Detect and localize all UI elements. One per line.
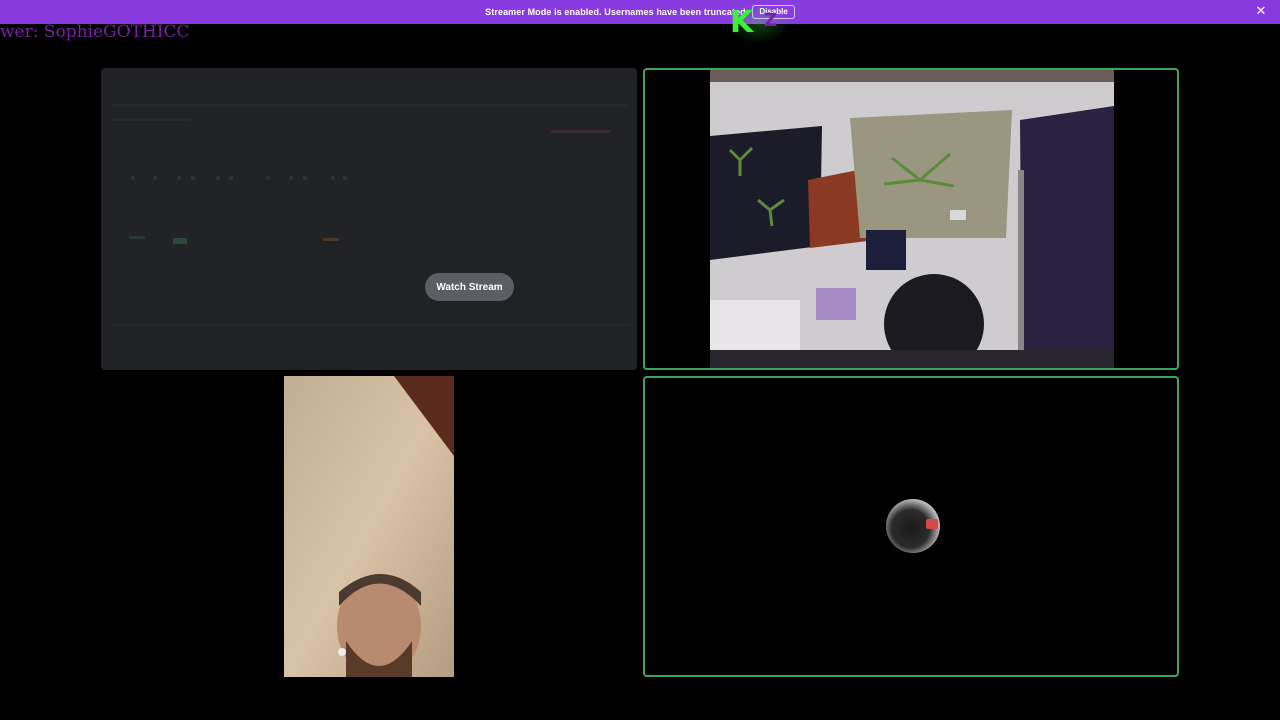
stream-preview (101, 68, 637, 370)
webcam-video (284, 376, 454, 677)
banner-message: Streamer Mode is enabled. Usernames have… (485, 7, 749, 17)
webcam-tile-2[interactable] (284, 376, 454, 677)
webcam-tile-1[interactable] (643, 68, 1179, 370)
user-avatar[interactable] (886, 499, 940, 553)
stream-tile[interactable]: Watch Stream (101, 68, 637, 370)
voice-channel-view: Streamer Mode is enabled. Usernames have… (0, 0, 1280, 720)
avatar-badge (926, 519, 938, 529)
viewer-overlay-text: wer: SophieGOTHICC (0, 22, 190, 42)
logo-letter-k: K (730, 5, 754, 40)
watch-stream-button[interactable]: Watch Stream (425, 273, 514, 301)
close-icon[interactable]: ✕ (1254, 4, 1268, 18)
logo-letter-z: Z (764, 10, 778, 31)
kz-logo-icon: K Z (726, 4, 790, 44)
avatar-tile[interactable] (643, 376, 1179, 677)
webcam-video (710, 70, 1114, 368)
streamer-mode-banner: Streamer Mode is enabled. Usernames have… (0, 0, 1280, 24)
